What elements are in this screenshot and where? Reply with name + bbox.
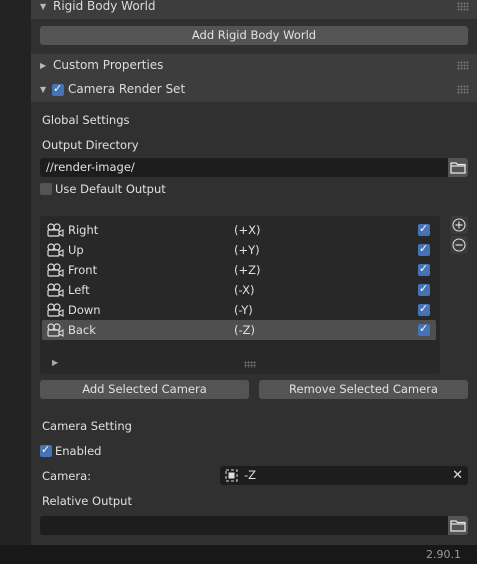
camera-icon [47,303,64,317]
clear-icon[interactable]: ✕ [452,466,463,485]
use-default-output-checkbox[interactable] [40,183,52,195]
camera-field[interactable]: -Z ✕ [220,466,468,485]
relative-output-label: Relative Output [42,494,132,508]
camera-icon [47,263,64,277]
list-resize-grip-icon[interactable] [244,361,256,368]
camera-name: Back [68,323,96,337]
drag-grip-icon[interactable] [457,85,469,94]
camera-name: Up [68,243,84,257]
expand-arrow-icon: ▼ [40,85,47,94]
folder-icon [450,520,466,532]
folder-icon [450,162,466,174]
camera-axis: (-Z) [234,323,256,337]
camera-label: Camera: [42,469,92,483]
expand-arrow-icon: ▼ [40,2,47,11]
camera-axis: (+Z) [234,263,261,277]
camera-name: Left [68,283,90,297]
panel-title: Rigid Body World [53,0,156,13]
relative-output-browse-button[interactable] [448,516,468,535]
camera-enabled-checkbox[interactable] [418,262,430,276]
camera-enabled-checkbox[interactable] [418,302,430,316]
camera-list-row-selected[interactable]: Back (-Z) [42,320,436,340]
output-directory-input[interactable]: //render-image/ [40,158,448,177]
panel-title: Custom Properties [53,58,164,72]
rigid-body-world-header[interactable]: ▼ Rigid Body World [31,0,477,19]
camera-list-row[interactable]: Up (+Y) [42,240,436,260]
camera-axis: (-X) [234,283,255,297]
camera-axis: (+X) [234,223,261,237]
camera-name: Right [68,223,99,237]
camera-list-row[interactable]: Right (+X) [42,220,436,240]
remove-camera-icon[interactable] [450,236,468,254]
use-default-output-label: Use Default Output [55,182,166,196]
enabled-checkbox[interactable] [40,443,52,457]
camera-list-row[interactable]: Front (+Z) [42,260,436,280]
custom-properties-header[interactable]: ▶ Custom Properties [31,54,477,78]
camera-render-set-enable-checkbox[interactable] [52,82,64,96]
drag-grip-icon[interactable] [457,2,469,11]
camera-object-icon [225,469,238,482]
camera-name: Down [68,303,101,317]
list-filter-toggle-icon[interactable]: ▶ [52,358,58,367]
global-settings-heading: Global Settings [42,113,130,127]
left-strip [0,0,31,545]
camera-value: -Z [244,468,257,482]
camera-render-set-header[interactable]: ▼ Camera Render Set [31,78,477,102]
remove-selected-camera-button[interactable]: Remove Selected Camera [259,380,468,399]
folder-browse-button[interactable] [448,158,468,177]
enabled-label: Enabled [55,444,102,458]
relative-output-input[interactable] [40,516,448,535]
version-label: 2.90.1 [426,548,461,561]
add-camera-icon[interactable] [450,216,468,234]
camera-enabled-checkbox[interactable] [418,222,430,236]
camera-icon [47,283,64,297]
camera-enabled-checkbox[interactable] [418,322,430,336]
camera-name: Front [68,263,98,277]
collapse-arrow-icon: ▶ [40,61,47,70]
camera-axis: (-Y) [234,303,253,317]
camera-icon [47,223,64,237]
panel-title: Camera Render Set [68,82,186,96]
camera-icon [47,323,64,337]
camera-setting-heading: Camera Setting [42,419,132,433]
camera-enabled-checkbox[interactable] [418,242,430,256]
camera-list[interactable]: Right (+X) Up (+Y) Front (+Z) Left (-X) … [40,216,440,374]
camera-axis: (+Y) [234,243,260,257]
output-directory-label: Output Directory [42,138,139,152]
camera-list-row[interactable]: Down (-Y) [42,300,436,320]
camera-list-row[interactable]: Left (-X) [42,280,436,300]
camera-enabled-checkbox[interactable] [418,282,430,296]
drag-grip-icon[interactable] [457,61,469,70]
add-rigid-body-world-button[interactable]: Add Rigid Body World [40,26,468,45]
add-selected-camera-button[interactable]: Add Selected Camera [40,380,249,399]
camera-icon [47,243,64,257]
status-bar: 2.90.1 [0,545,477,564]
